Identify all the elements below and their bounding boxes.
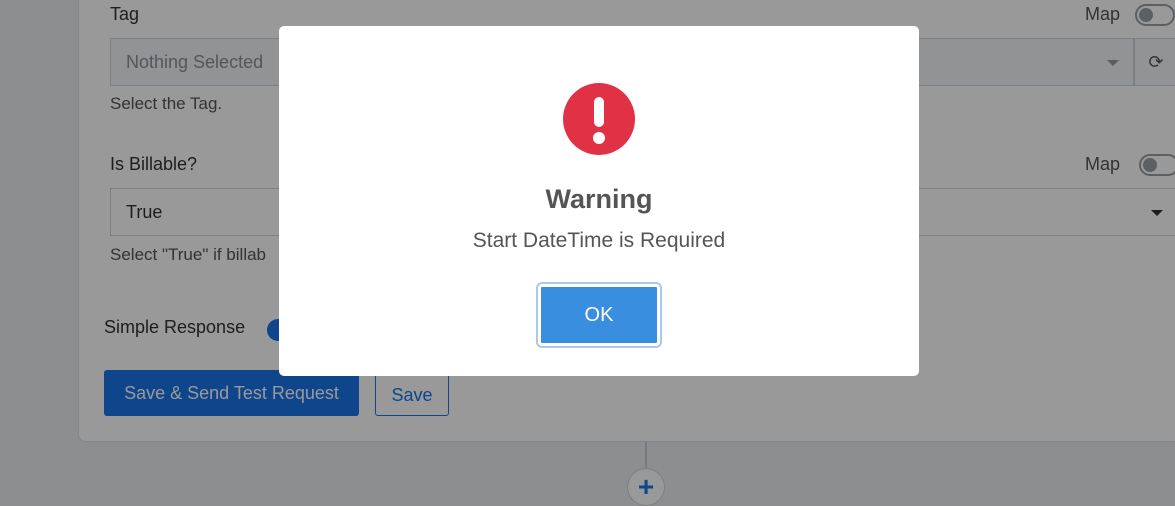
warning-dialog: Warning Start DateTime is Required OK — [279, 26, 919, 376]
dialog-title: Warning — [545, 184, 653, 214]
exclamation-icon — [563, 83, 635, 155]
ok-button[interactable]: OK — [538, 284, 660, 346]
exclamation-bar — [594, 97, 604, 127]
exclamation-dot — [593, 132, 605, 144]
page: Tag Map Nothing Selected ⟳ Select the Ta… — [0, 0, 1175, 506]
dialog-message: Start DateTime is Required — [472, 229, 726, 252]
